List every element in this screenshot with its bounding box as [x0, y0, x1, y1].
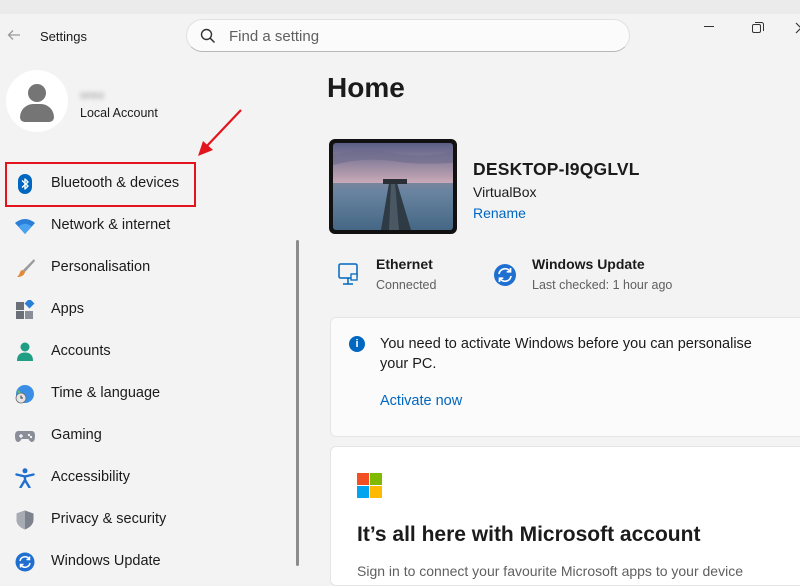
device-model: VirtualBox — [473, 184, 537, 200]
sidebar-item-windows-update[interactable]: Windows Update — [6, 542, 284, 582]
restore-icon — [752, 22, 764, 33]
account-type: Local Account — [80, 106, 158, 120]
pier-landscape-image — [333, 143, 453, 230]
search-icon — [200, 28, 216, 44]
windows-update-title: Windows Update — [532, 256, 645, 272]
search-input[interactable] — [229, 26, 609, 46]
sidebar-item-label: Network & internet — [51, 217, 171, 233]
sidebar-item-accessibility[interactable]: Accessibility — [6, 458, 284, 498]
apps-icon — [16, 300, 35, 319]
sidebar-item-label: Apps — [51, 301, 85, 317]
ethernet-status: Connected — [376, 278, 437, 292]
sidebar-item-label: Accessibility — [51, 469, 130, 485]
sidebar-item-label: Privacy & security — [51, 511, 167, 527]
gamepad-icon — [15, 431, 35, 442]
close-icon — [795, 22, 800, 34]
settings-window: Settings oreo Local Account — [0, 0, 800, 586]
sidebar-scrollbar[interactable] — [296, 240, 299, 566]
accounts-icon — [17, 342, 33, 361]
page-title: Home — [327, 72, 405, 103]
sidebar-item-label: Gaming — [51, 427, 102, 443]
microsoft-logo-icon — [357, 473, 382, 498]
ethernet-icon — [338, 263, 358, 285]
wifi-icon — [15, 219, 35, 234]
user-name: oreo — [80, 88, 105, 102]
minimize-button[interactable] — [700, 18, 720, 38]
shield-icon — [16, 510, 34, 530]
activation-message: You need to activate Windows before you … — [380, 336, 752, 372]
avatar[interactable] — [6, 70, 68, 132]
search-box[interactable] — [186, 19, 630, 52]
avatar-body — [20, 104, 54, 122]
sidebar-item-network[interactable]: Network & internet — [6, 206, 284, 246]
annotation-arrow-icon — [198, 109, 242, 156]
windows-update-status: Last checked: 1 hour ago — [532, 278, 673, 292]
globe-clock-icon — [15, 385, 34, 404]
restore-button[interactable] — [748, 18, 768, 38]
ethernet-title: Ethernet — [376, 256, 433, 272]
sidebar-item-privacy-security[interactable]: Privacy & security — [6, 500, 284, 540]
info-icon: i — [349, 336, 365, 352]
sidebar-item-gaming[interactable]: Gaming — [6, 416, 284, 456]
brush-icon — [17, 259, 35, 277]
sidebar-item-time-language[interactable]: Time & language — [6, 374, 284, 414]
sidebar-item-accounts[interactable]: Accounts — [6, 332, 284, 372]
device-name: DESKTOP-I9QGLVL — [473, 159, 640, 179]
sidebar-item-personalisation[interactable]: Personalisation — [6, 248, 284, 288]
sidebar-item-label: Accounts — [51, 343, 111, 359]
sidebar-item-label: Personalisation — [51, 259, 151, 275]
device-wallpaper-image — [329, 139, 457, 234]
update-icon — [15, 552, 35, 572]
ms-card-subtitle: Sign in to connect your favourite Micros… — [357, 563, 743, 579]
accessibility-icon — [15, 468, 35, 488]
sidebar-item-label: Time & language — [51, 385, 161, 401]
highlight-box — [5, 162, 196, 207]
activate-now-link[interactable]: Activate now — [380, 393, 462, 409]
sidebar-item-label: Windows Update — [51, 553, 161, 569]
microsoft-account-card: It’s all here with Microsoft account Sig… — [330, 446, 800, 586]
activation-notice-card: i You need to activate Windows before yo… — [330, 317, 800, 437]
app-title: Settings — [40, 29, 87, 44]
update-icon — [494, 264, 516, 286]
back-arrow-icon[interactable] — [6, 27, 22, 43]
avatar-head — [28, 84, 46, 102]
sidebar-item-apps[interactable]: Apps — [6, 290, 284, 330]
ms-card-title: It’s all here with Microsoft account — [357, 523, 701, 546]
close-button[interactable] — [792, 18, 800, 38]
rename-link[interactable]: Rename — [473, 205, 526, 221]
